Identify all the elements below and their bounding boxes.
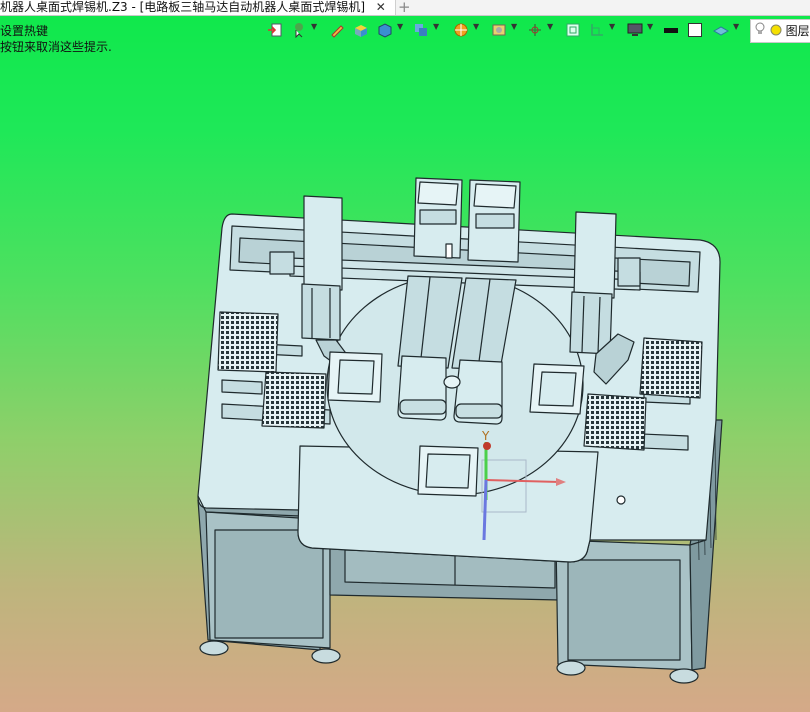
left-head-body (301, 283, 341, 341)
right-head-column (573, 211, 617, 299)
shaded-box-icon[interactable] (350, 19, 372, 41)
frame-icon[interactable] (562, 19, 584, 41)
foot-front-left (199, 640, 229, 656)
layers-label: 图层 (785, 24, 810, 38)
lightbulb-icon[interactable] (754, 21, 766, 34)
layer-color-dot-icon[interactable] (770, 21, 782, 36)
pencil-icon[interactable] (326, 19, 348, 41)
add-tab-icon[interactable]: + (398, 0, 411, 15)
black-color-swatch-icon[interactable] (660, 19, 682, 41)
grid-tray-right-bottom (583, 393, 647, 451)
chevron-down-icon[interactable]: ▼ (547, 22, 553, 31)
cube-stack-icon[interactable] (410, 19, 432, 41)
chevron-down-icon[interactable]: ▼ (473, 22, 479, 31)
cabinet-right-door (567, 559, 681, 661)
3d-viewport[interactable]: Y (0, 0, 810, 712)
orthogonal-frame-icon[interactable] (586, 19, 608, 41)
render-sphere-icon[interactable] (450, 19, 472, 41)
cube-icon[interactable] (374, 19, 396, 41)
chevron-down-icon[interactable]: ▼ (609, 22, 615, 31)
close-icon[interactable]: ✕ (373, 0, 389, 15)
tab-bar: 机器人桌面式焊锡机.Z3 - [电路板三轴马达自动机器人桌面式焊锡机] ✕ + (0, 0, 810, 16)
pointer-tool-icon[interactable] (288, 19, 310, 41)
chevron-down-icon[interactable]: ▼ (433, 22, 439, 31)
grid-tray-right-top (639, 337, 703, 399)
chevron-down-icon[interactable]: ▼ (397, 22, 403, 31)
document-tab-title: 机器人桌面式焊锡机.Z3 - [电路板三轴马达自动机器人桌面式焊锡机] (0, 0, 365, 14)
hint-line-2: 按钮来取消这些提示. (0, 40, 112, 54)
exit-icon[interactable] (264, 19, 286, 41)
texture-icon[interactable] (488, 19, 510, 41)
grid-tray-left-top (217, 311, 279, 373)
monitor-icon[interactable] (624, 19, 646, 41)
view-toolbar: ▼ ▼ ▼ ▼ ▼ ▼ ▼ ▼ ▼ (264, 19, 810, 41)
left-head-column (303, 195, 343, 291)
axis-y-label: Y (481, 429, 490, 443)
chevron-down-icon[interactable]: ▼ (511, 22, 517, 31)
left-rail-2 (221, 379, 263, 395)
foot-front-middle (311, 648, 341, 664)
grid-tray-left-bottom (261, 371, 327, 429)
plane-icon[interactable] (710, 19, 732, 41)
chevron-down-icon[interactable]: ▼ (311, 22, 317, 31)
foot-front-right (669, 668, 699, 684)
foot-back-right (556, 660, 586, 676)
chevron-down-icon[interactable]: ▼ (647, 22, 653, 31)
carriage-left-top (417, 181, 459, 206)
white-color-swatch-icon[interactable] (684, 19, 706, 41)
layers-control[interactable]: 图层 (750, 19, 810, 43)
hint-line-1: 设置热键 (0, 24, 49, 38)
axis-icon[interactable] (524, 19, 546, 41)
carriage-right-top (473, 183, 517, 209)
chevron-down-icon[interactable]: ▼ (733, 22, 739, 31)
document-tab[interactable]: 机器人桌面式焊锡机.Z3 - [电路板三轴马达自动机器人桌面式焊锡机] ✕ (0, 0, 396, 15)
